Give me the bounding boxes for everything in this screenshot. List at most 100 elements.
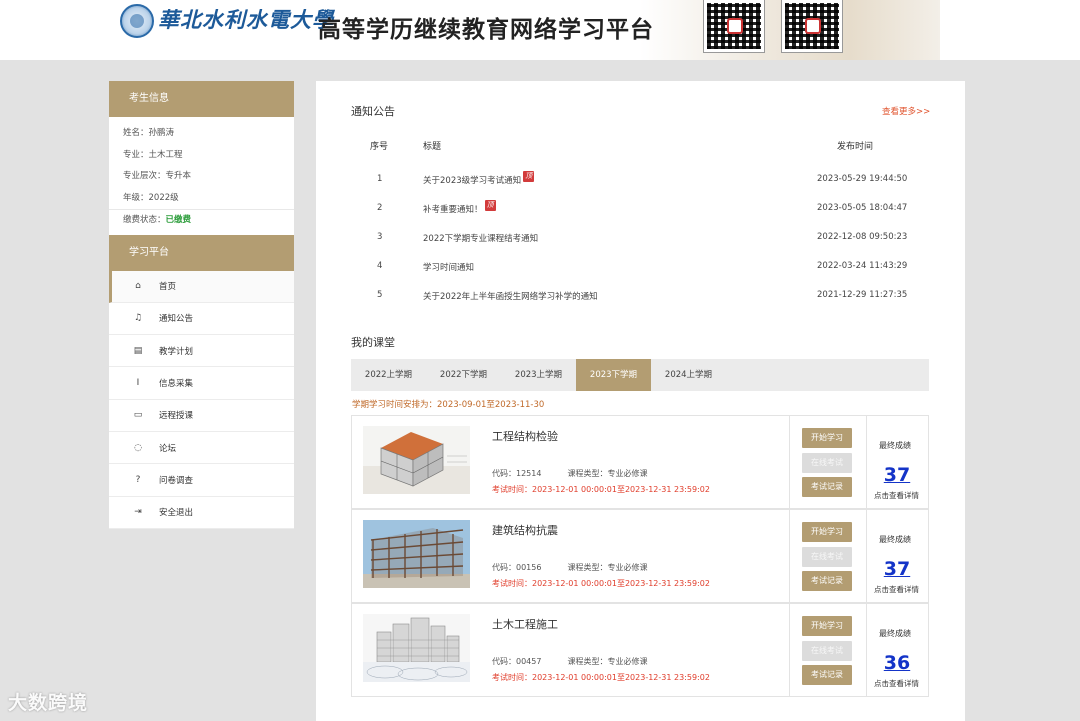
question-icon: ?	[135, 474, 141, 485]
notice-col-index: 序号	[370, 142, 389, 152]
final-score-link[interactable]: 37	[872, 464, 922, 486]
info-payment: 缴费状态：已缴费	[109, 209, 294, 231]
tab-2022-fall[interactable]: 2022下学期	[426, 359, 501, 391]
notice-title[interactable]: 关于2023级学习考试通知	[423, 176, 521, 186]
course-card: 土木工程施工 代码：00457 课程类型：专业必修课 考试时间：2023-12-0…	[351, 603, 929, 697]
top-badge: 顶	[484, 200, 496, 211]
course-meta: 代码：12514 课程类型：专业必修课	[492, 468, 647, 479]
notice-title[interactable]: 2022下学期专业课程结考通知	[423, 232, 538, 244]
course-type: 课程类型：专业必修课	[567, 563, 648, 572]
sidebar-item-forum[interactable]: ◌ 论坛	[109, 432, 294, 465]
final-score-link[interactable]: 36	[872, 652, 922, 674]
course-code: 代码：00457	[492, 657, 542, 666]
monitor-icon: ▭	[133, 410, 143, 421]
school-emblem-icon	[120, 4, 154, 38]
sidebar-item-label: 安全退出	[159, 508, 194, 519]
online-exam-button[interactable]: 在线考试	[802, 453, 852, 473]
notice-row[interactable]: 5 关于2022年上半年函授生网络学习补学的通知 2021-12-29 11:2…	[316, 280, 965, 309]
course-type: 课程类型：专业必修课	[567, 469, 648, 478]
course-name: 建筑结构抗震	[492, 524, 558, 537]
sidebar: 考生信息 姓名：孙鹏涛 专业：土木工程 专业层次：专升本 年级：2022级 缴费…	[109, 81, 294, 529]
bell-icon: ♫	[133, 313, 143, 324]
sidebar-item-info-collection[interactable]: I 信息采集	[109, 367, 294, 400]
notice-title[interactable]: 学习时间通知	[423, 261, 474, 273]
notice-date: 2022-12-08 09:50:23	[817, 232, 908, 242]
sidebar-item-survey[interactable]: ? 问卷调查	[109, 464, 294, 497]
notice-title[interactable]: 补考重要通知！	[423, 205, 483, 215]
online-exam-button[interactable]: 在线考试	[802, 641, 852, 661]
sidebar-item-teaching-plan[interactable]: ▤ 教学计划	[109, 335, 294, 368]
logout-icon: ⇥	[134, 507, 142, 518]
main-panel: 通知公告 查看更多>> 序号 标题 发布时间 1 关于2023级学习考试通知顶 …	[316, 81, 965, 721]
course-name: 土木工程施工	[492, 618, 558, 631]
start-study-button[interactable]: 开始学习	[802, 428, 852, 448]
tab-2022-spring[interactable]: 2022上学期	[351, 359, 426, 391]
course-meta: 代码：00457 课程类型：专业必修课	[492, 656, 647, 667]
exam-time: 考试时间：2023-12-01 00:00:01至2023-12-31 23:5…	[492, 579, 710, 588]
qr-code-icon	[781, 0, 843, 53]
sidebar-item-label: 首页	[159, 282, 177, 293]
course-thumbnail	[363, 426, 470, 494]
sidebar-item-notices[interactable]: ♫ 通知公告	[109, 303, 294, 336]
exam-record-button[interactable]: 考试记录	[802, 477, 852, 497]
info-level: 专业层次：专升本	[123, 171, 192, 181]
sidebar-item-remote-lecture[interactable]: ▭ 远程授课	[109, 400, 294, 432]
info-major: 专业：土木工程	[123, 149, 183, 160]
info-name: 姓名：孙鹏涛	[123, 128, 175, 138]
notice-section-title: 通知公告	[351, 105, 395, 118]
exam-time: 考试时间：2023-12-01 00:00:01至2023-12-31 23:5…	[492, 673, 710, 682]
notice-date: 2021-12-29 11:27:35	[817, 290, 908, 300]
tab-2023-fall[interactable]: 2023下学期	[576, 359, 651, 391]
course-card: 建筑结构抗震 代码：00156 课程类型：专业必修课 考试时间：2023-12-0…	[351, 509, 929, 603]
notice-row[interactable]: 1 关于2023级学习考试通知顶 2023-05-29 19:44:50	[316, 164, 965, 193]
watermark: 大数跨境	[8, 692, 89, 714]
classroom-section-title: 我的课堂	[351, 336, 395, 349]
notice-row[interactable]: 4 学习时间通知 2022-03-24 11:43:29	[316, 251, 965, 280]
start-study-button[interactable]: 开始学习	[802, 616, 852, 636]
course-code: 代码：00156	[492, 563, 542, 572]
sidebar-item-label: 远程授课	[159, 411, 194, 422]
notice-col-date: 发布时间	[837, 142, 874, 152]
top-badge: 顶	[523, 171, 535, 182]
term-tabs: 2022上学期 2022下学期 2023上学期 2023下学期 2024上学期	[351, 359, 929, 391]
score-detail-hint: 点击查看详情	[874, 585, 919, 594]
notice-row[interactable]: 3 2022下学期专业课程结考通知 2022-12-08 09:50:23	[316, 222, 965, 251]
sidebar-item-label: 信息采集	[159, 379, 194, 390]
term-schedule-note: 学期学习时间安排为：2023-09-01至2023-11-30	[352, 400, 545, 410]
notice-col-title: 标题	[423, 142, 442, 152]
online-exam-button[interactable]: 在线考试	[802, 547, 852, 567]
info-grade: 年级：2022级	[123, 192, 179, 203]
notice-row[interactable]: 2 补考重要通知！顶 2023-05-05 18:04:47	[316, 193, 965, 222]
school-logo-text: 華北水利水電大學	[158, 7, 334, 32]
course-thumbnail	[363, 614, 470, 682]
view-more-link[interactable]: 查看更多>>	[882, 105, 930, 117]
final-score-link[interactable]: 37	[872, 558, 922, 580]
tab-2023-spring[interactable]: 2023上学期	[501, 359, 576, 391]
sidebar-item-label: 论坛	[159, 443, 177, 454]
exam-record-button[interactable]: 考试记录	[802, 571, 852, 591]
course-meta: 代码：00156 课程类型：专业必修课	[492, 562, 647, 573]
course-name: 工程结构检验	[492, 430, 558, 443]
sidebar-item-label: 问卷调查	[159, 475, 194, 486]
tab-2024-spring[interactable]: 2024上学期	[651, 359, 726, 391]
book-icon: ▤	[133, 345, 143, 356]
notice-title[interactable]: 关于2022年上半年函授生网络学习补学的通知	[423, 290, 598, 302]
course-code: 代码：12514	[492, 469, 542, 478]
qr-code-icon	[703, 0, 765, 53]
final-score-label: 最终成绩	[879, 629, 911, 638]
score-detail-hint: 点击查看详情	[874, 679, 919, 688]
platform-title: 高等学历继续教育网络学习平台	[318, 17, 654, 43]
sidebar-item-home[interactable]: ⌂ 首页	[109, 270, 294, 303]
sidebar-item-label: 教学计划	[159, 346, 194, 357]
sidebar-item-logout[interactable]: ⇥ 安全退出	[109, 497, 294, 529]
italic-icon: I	[136, 378, 140, 389]
student-info-header: 考生信息	[109, 81, 294, 117]
start-study-button[interactable]: 开始学习	[802, 522, 852, 542]
final-score-label: 最终成绩	[879, 535, 911, 544]
sidebar-nav: ⌂ 首页 ♫ 通知公告 ▤ 教学计划 I 信息采集 ▭ 远程授课 ◌ 论坛 ? 问卷调查 ⇥ 安…	[109, 270, 294, 529]
course-thumbnail	[363, 520, 470, 588]
course-type: 课程类型：专业必修课	[567, 657, 648, 666]
notice-date: 2023-05-05 18:04:47	[817, 203, 908, 213]
exam-record-button[interactable]: 考试记录	[802, 665, 852, 685]
platform-nav-header: 学习平台	[109, 234, 294, 271]
